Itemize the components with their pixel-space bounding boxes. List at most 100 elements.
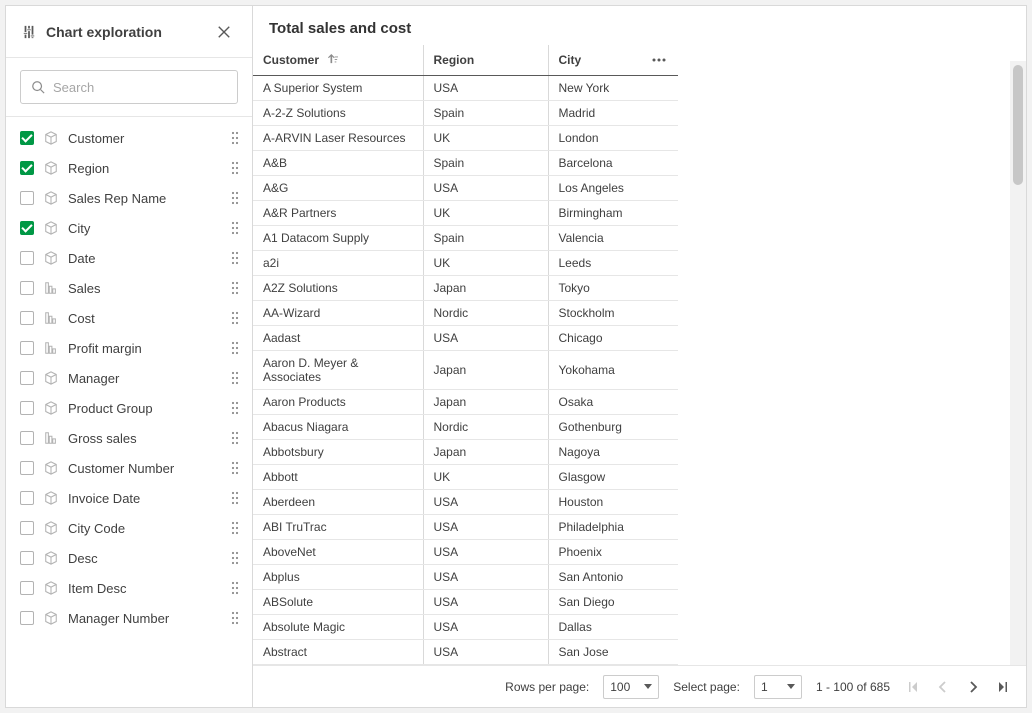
drag-handle-icon[interactable] [228, 519, 242, 537]
field-item[interactable]: Region [6, 153, 252, 183]
drag-handle-icon[interactable] [228, 429, 242, 447]
checkbox[interactable] [20, 401, 34, 415]
dimension-icon [44, 581, 58, 595]
table-row[interactable]: A-ARVIN Laser ResourcesUKLondon [253, 126, 678, 151]
scrollbar-thumb[interactable] [1013, 65, 1023, 185]
table-row[interactable]: ABSoluteUSASan Diego [253, 590, 678, 615]
field-item[interactable]: Customer [6, 123, 252, 153]
cell-customer: A&B [253, 151, 423, 176]
field-label: Manager Number [68, 611, 218, 626]
column-header-region[interactable]: Region [423, 45, 548, 76]
table-row[interactable]: ABI TruTracUSAPhiladelphia [253, 515, 678, 540]
panel-header: Chart exploration [6, 6, 252, 58]
table-row[interactable]: A1 Datacom SupplySpainValencia [253, 226, 678, 251]
table-row[interactable]: AberdeenUSAHouston [253, 490, 678, 515]
table-row[interactable]: AbstractUSASan Jose [253, 640, 678, 665]
checkbox[interactable] [20, 491, 34, 505]
table-row[interactable]: A&R PartnersUKBirmingham [253, 201, 678, 226]
drag-handle-icon[interactable] [228, 369, 242, 387]
column-header-city[interactable]: City [548, 45, 678, 76]
column-menu-icon[interactable] [652, 58, 666, 62]
checkbox[interactable] [20, 371, 34, 385]
close-button[interactable] [212, 20, 236, 44]
column-header-customer[interactable]: Customer [253, 45, 423, 76]
drag-handle-icon[interactable] [228, 459, 242, 477]
drag-handle-icon[interactable] [228, 609, 242, 627]
table-row[interactable]: A-2-Z SolutionsSpainMadrid [253, 101, 678, 126]
field-item[interactable]: Manager [6, 363, 252, 393]
table-row[interactable]: AbbottUKGlasgow [253, 465, 678, 490]
drag-handle-icon[interactable] [228, 339, 242, 357]
table-row[interactable]: AbplusUSASan Antonio [253, 565, 678, 590]
checkbox[interactable] [20, 251, 34, 265]
field-label: Region [68, 161, 218, 176]
field-item[interactable]: City [6, 213, 252, 243]
table-row[interactable]: A Superior SystemUSANew York [253, 76, 678, 101]
table-row[interactable]: Abacus NiagaraNordicGothenburg [253, 415, 678, 440]
last-page-button[interactable] [994, 678, 1012, 696]
cell-city: Houston [548, 490, 678, 515]
field-item[interactable]: Profit margin [6, 333, 252, 363]
cell-region: Spain [423, 151, 548, 176]
checkbox[interactable] [20, 281, 34, 295]
checkbox[interactable] [20, 551, 34, 565]
table-row[interactable]: AboveNetUSAPhoenix [253, 540, 678, 565]
drag-handle-icon[interactable] [228, 129, 242, 147]
drag-handle-icon[interactable] [228, 309, 242, 327]
field-item[interactable]: Product Group [6, 393, 252, 423]
first-page-button[interactable] [904, 678, 922, 696]
drag-handle-icon[interactable] [228, 399, 242, 417]
field-item[interactable]: Item Desc [6, 573, 252, 603]
drag-handle-icon[interactable] [228, 579, 242, 597]
field-item[interactable]: Gross sales [6, 423, 252, 453]
table-row[interactable]: AA-WizardNordicStockholm [253, 301, 678, 326]
table-row[interactable]: A&GUSALos Angeles [253, 176, 678, 201]
cell-city: New York [548, 76, 678, 101]
search-input[interactable] [53, 80, 229, 95]
table-row[interactable]: AadastUSAChicago [253, 326, 678, 351]
field-item[interactable]: Customer Number [6, 453, 252, 483]
field-item[interactable]: Desc [6, 543, 252, 573]
drag-handle-icon[interactable] [228, 249, 242, 267]
checkbox[interactable] [20, 611, 34, 625]
cell-region: USA [423, 326, 548, 351]
table-row[interactable]: AbbotsburyJapanNagoya [253, 440, 678, 465]
table-row[interactable]: Aaron ProductsJapanOsaka [253, 390, 678, 415]
drag-handle-icon[interactable] [228, 219, 242, 237]
field-item[interactable]: Cost [6, 303, 252, 333]
field-item[interactable]: Date [6, 243, 252, 273]
table-row[interactable]: A&BSpainBarcelona [253, 151, 678, 176]
table-row[interactable]: a2iUKLeeds [253, 251, 678, 276]
dimension-icon [44, 551, 58, 565]
checkbox[interactable] [20, 131, 34, 145]
drag-handle-icon[interactable] [228, 159, 242, 177]
dimension-icon [44, 401, 58, 415]
next-page-button[interactable] [964, 678, 982, 696]
checkbox[interactable] [20, 341, 34, 355]
checkbox[interactable] [20, 461, 34, 475]
checkbox[interactable] [20, 521, 34, 535]
checkbox[interactable] [20, 431, 34, 445]
drag-handle-icon[interactable] [228, 549, 242, 567]
field-item[interactable]: Sales Rep Name [6, 183, 252, 213]
rows-per-page-select[interactable]: 100 [603, 675, 659, 699]
checkbox[interactable] [20, 581, 34, 595]
table-row[interactable]: Aaron D. Meyer & AssociatesJapanYokohama [253, 351, 678, 390]
field-item[interactable]: City Code [6, 513, 252, 543]
vertical-scrollbar[interactable] [1010, 61, 1026, 665]
drag-handle-icon[interactable] [228, 189, 242, 207]
prev-page-button[interactable] [934, 678, 952, 696]
checkbox[interactable] [20, 221, 34, 235]
checkbox[interactable] [20, 161, 34, 175]
select-page-select[interactable]: 1 [754, 675, 802, 699]
field-item[interactable]: Sales [6, 273, 252, 303]
table-row[interactable]: Absolute MagicUSADallas [253, 615, 678, 640]
checkbox[interactable] [20, 191, 34, 205]
table-row[interactable]: A2Z SolutionsJapanTokyo [253, 276, 678, 301]
field-item[interactable]: Manager Number [6, 603, 252, 633]
drag-handle-icon[interactable] [228, 489, 242, 507]
field-item[interactable]: Invoice Date [6, 483, 252, 513]
checkbox[interactable] [20, 311, 34, 325]
search-box[interactable] [20, 70, 238, 104]
drag-handle-icon[interactable] [228, 279, 242, 297]
